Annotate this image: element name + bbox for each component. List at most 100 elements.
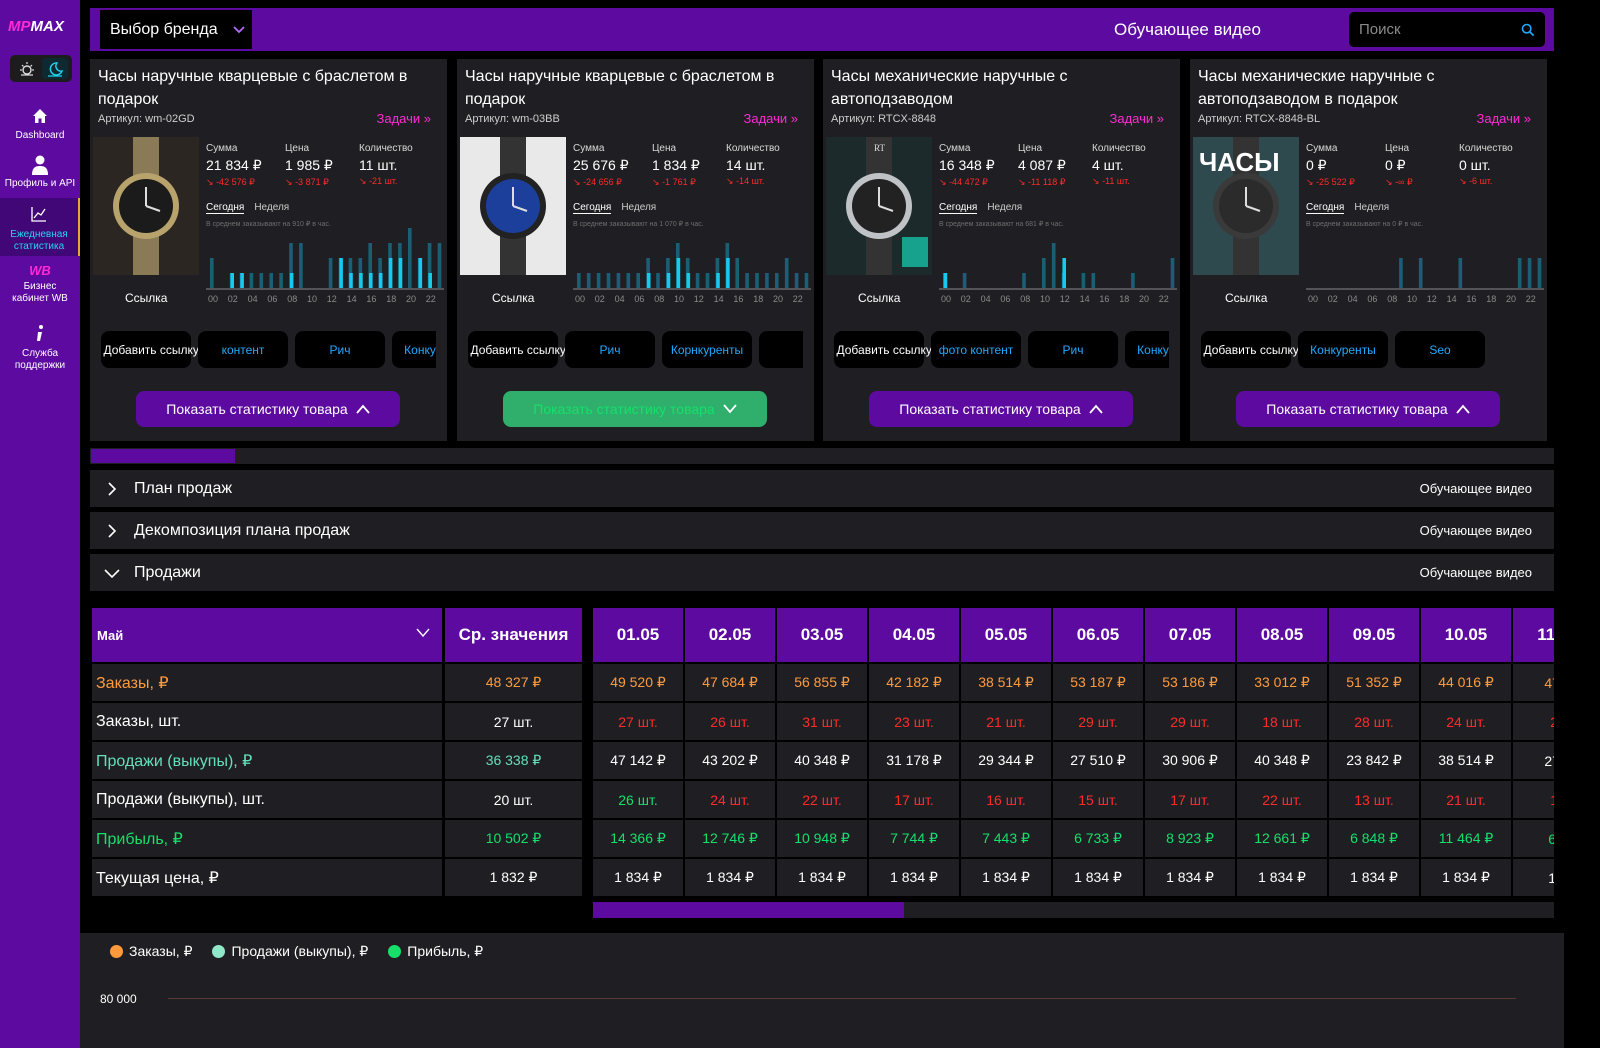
- cards-scrollbar-thumb[interactable]: [91, 449, 235, 463]
- section-sales[interactable]: Продажи Обучающее видео: [90, 554, 1554, 591]
- link-chip[interactable]: Рич: [1028, 331, 1118, 368]
- today-bar: [369, 273, 373, 288]
- tab-week[interactable]: Неделя: [1354, 202, 1389, 213]
- hour-tick-label: 04: [248, 294, 258, 304]
- add-link-button[interactable]: + Добавить ссылку: [1201, 331, 1299, 368]
- tab-today[interactable]: Сегодня: [573, 202, 612, 214]
- cards-scrollbar[interactable]: [90, 448, 1554, 464]
- link-chip[interactable]: [759, 331, 803, 368]
- tab-today[interactable]: Сегодня: [206, 202, 245, 214]
- product-image[interactable]: [460, 137, 566, 275]
- product-card: Часы наручные кварцевые с браслетом в по…: [90, 59, 447, 441]
- link-chip[interactable]: Конкуренты: [392, 331, 436, 368]
- table-cell: 23 шт.: [869, 703, 959, 740]
- nav-daily-stats[interactable]: Ежедневная статистика: [0, 198, 80, 256]
- link-label[interactable]: Ссылка: [858, 291, 900, 305]
- add-link-button[interactable]: + Добавить ссылку: [468, 331, 566, 368]
- product-image[interactable]: RT: [826, 137, 932, 275]
- table-cell: 53 186 ₽: [1145, 664, 1235, 701]
- tab-today[interactable]: Сегодня: [939, 202, 978, 214]
- date-header: 10.05: [1421, 608, 1511, 662]
- tutorial-video-link[interactable]: Обучающее видео: [1114, 20, 1261, 40]
- section-plan-decomposition[interactable]: Декомпозиция плана продаж Обучающее виде…: [90, 512, 1554, 549]
- show-stats-button[interactable]: Показать статистику товара: [1236, 391, 1500, 427]
- logo-max: MAX: [30, 18, 64, 35]
- period-tabs: Сегодня Неделя: [939, 202, 1032, 214]
- show-stats-button[interactable]: Показать статистику товара: [869, 391, 1133, 427]
- moon-icon[interactable]: [42, 58, 68, 79]
- tasks-link[interactable]: Задачи »: [376, 111, 431, 126]
- link-label[interactable]: Ссылка: [1225, 291, 1267, 305]
- tasks-link[interactable]: Задачи »: [1476, 111, 1531, 126]
- legend-item[interactable]: Заказы, ₽: [110, 943, 192, 960]
- link-chip[interactable]: Рич: [295, 331, 385, 368]
- table-cell: 7 443 ₽: [961, 820, 1051, 857]
- date-header: 03.05: [777, 608, 867, 662]
- tutorial-video-link[interactable]: Обучающее видео: [1420, 481, 1532, 496]
- link-chip[interactable]: контент: [198, 331, 288, 368]
- product-title[interactable]: Часы механические наручные с автоподзаво…: [1198, 65, 1528, 111]
- nav-profile[interactable]: Профиль и API: [0, 154, 80, 190]
- arrow-down-icon: ↘: [1459, 176, 1467, 186]
- nav-wb-cabinet[interactable]: WB Бизнес кабинет WB: [0, 264, 80, 305]
- product-image[interactable]: [93, 137, 199, 275]
- nav-dashboard[interactable]: Dashboard: [0, 106, 80, 142]
- double-chevron-right-icon: »: [1156, 111, 1164, 126]
- nav-support[interactable]: Служба поддержки: [0, 324, 80, 372]
- legend-item[interactable]: Прибыль, ₽: [388, 943, 483, 960]
- product-image[interactable]: ЧАСЫ: [1193, 137, 1299, 275]
- logo[interactable]: MPMAX: [8, 18, 64, 35]
- tasks-link[interactable]: Задачи »: [1109, 111, 1164, 126]
- product-sku: Артикул: wm-03BB: [465, 113, 560, 125]
- link-label[interactable]: Ссылка: [492, 291, 534, 305]
- product-title[interactable]: Часы наручные кварцевые с браслетом в по…: [98, 65, 428, 111]
- today-bar: [349, 273, 353, 288]
- brand-select[interactable]: Выбор бренда: [100, 10, 252, 49]
- show-stats-button[interactable]: Показать статистику товара: [503, 391, 767, 427]
- search-input[interactable]: [1359, 21, 1509, 38]
- hour-tick-label: 06: [267, 294, 277, 304]
- theme-toggle[interactable]: [10, 55, 72, 82]
- tasks-link[interactable]: Задачи »: [743, 111, 798, 126]
- link-chip[interactable]: Seo: [1395, 331, 1485, 368]
- week-bar: [1418, 258, 1423, 288]
- show-stats-button[interactable]: Показать статистику товара: [136, 391, 400, 427]
- month-select[interactable]: Май: [92, 608, 442, 662]
- table-cell: 1 834 ₽: [869, 859, 959, 896]
- tutorial-video-link[interactable]: Обучающее видео: [1420, 523, 1532, 538]
- tab-week[interactable]: Неделя: [254, 202, 289, 213]
- table-cell: 26 шт.: [593, 781, 683, 818]
- table-scrollbar[interactable]: [593, 902, 1554, 918]
- date-header: 09.05: [1329, 608, 1419, 662]
- link-chip[interactable]: Конкуренты: [1298, 331, 1388, 368]
- product-title[interactable]: Часы механические наручные с автоподзаво…: [831, 65, 1161, 111]
- search-icon[interactable]: [1521, 22, 1535, 38]
- hourly-chart: 00 02 04 06 08 10 12 14 16 18 20 22: [1306, 258, 1544, 304]
- week-bar: [636, 273, 640, 288]
- tutorial-video-link[interactable]: Обучающее видео: [1420, 565, 1532, 580]
- link-chip[interactable]: Конкуренты: [1125, 331, 1169, 368]
- stat-price: Цена 4 087 ₽ ↘ -11 118 ₽: [1018, 143, 1066, 187]
- product-title[interactable]: Часы наручные кварцевые с браслетом в по…: [465, 65, 795, 111]
- link-chip[interactable]: фото контент: [931, 331, 1021, 368]
- sun-icon[interactable]: [14, 58, 40, 79]
- hour-tick-label: 02: [1328, 294, 1338, 304]
- nav-profile-label: Профиль и API: [4, 178, 76, 189]
- link-chip[interactable]: Корнкуренты: [662, 331, 752, 368]
- table-cell: 42 182 ₽: [869, 664, 959, 701]
- week-bar: [1042, 258, 1046, 288]
- tab-week[interactable]: Неделя: [621, 202, 656, 213]
- link-label[interactable]: Ссылка: [125, 291, 167, 305]
- table-scrollbar-thumb[interactable]: [593, 902, 904, 918]
- table-cell: 51 352 ₽: [1329, 664, 1419, 701]
- table-cell: 38 514 ₽: [961, 664, 1051, 701]
- add-link-button[interactable]: + Добавить ссылку: [834, 331, 932, 368]
- chevron-down-icon: [104, 568, 120, 578]
- link-chip[interactable]: Рич: [565, 331, 655, 368]
- tab-today[interactable]: Сегодня: [1306, 202, 1345, 214]
- tab-week[interactable]: Неделя: [987, 202, 1022, 213]
- section-sales-plan[interactable]: План продаж Обучающее видео: [90, 470, 1554, 507]
- table-cell: 21 шт.: [1421, 781, 1511, 818]
- legend-item[interactable]: Продажи (выкупы), ₽: [212, 943, 368, 960]
- add-link-button[interactable]: + Добавить ссылку: [101, 331, 199, 368]
